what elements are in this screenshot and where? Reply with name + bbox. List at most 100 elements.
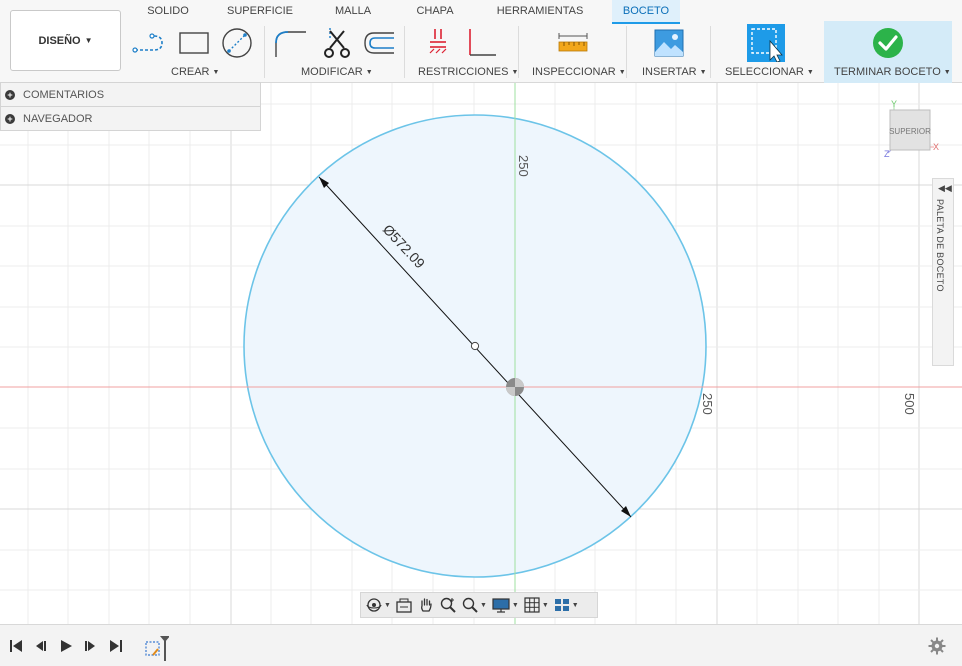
toolbar-divider: [710, 26, 711, 78]
sketch-feature-icon: [145, 636, 169, 661]
toolbar-divider: [626, 26, 627, 78]
fit-button[interactable]: ▼: [461, 596, 487, 614]
trim-icon: [324, 28, 350, 58]
tab-malla[interactable]: MALLA: [325, 0, 381, 24]
circle-icon: [222, 28, 252, 58]
viewcube-axis-z: Z: [884, 149, 890, 159]
viewports-button[interactable]: ▼: [553, 596, 579, 614]
perpendicular-tool[interactable]: [463, 26, 499, 60]
select-menu[interactable]: SELECCIONAR ▼: [725, 66, 814, 78]
step-back-button[interactable]: [32, 637, 50, 655]
tab-chapa[interactable]: CHAPA: [408, 0, 462, 24]
grid-icon: [524, 597, 540, 613]
chevron-down-icon: ▼: [479, 601, 487, 609]
ruler-label-x-500: 500: [902, 393, 917, 415]
display-settings-icon: [492, 598, 510, 613]
rectangle-icon: [179, 32, 209, 54]
circle-tool[interactable]: [219, 26, 255, 60]
grid-settings-button[interactable]: ▼: [523, 596, 549, 614]
zoom-icon: [440, 597, 456, 613]
step-back-icon: [36, 641, 46, 651]
chevron-down-icon: ▼: [365, 69, 373, 76]
fillet-icon: [275, 31, 306, 57]
double-chevron-left-icon[interactable]: ◀◀: [938, 183, 952, 194]
go-to-end-button[interactable]: [107, 637, 125, 655]
trim-tool[interactable]: [318, 26, 354, 60]
line-tool[interactable]: [132, 26, 168, 60]
navigation-bar: ▼ ▼ ▼ ▼ ▼: [360, 592, 598, 618]
toolbar-divider: [264, 26, 265, 78]
orbit-button[interactable]: ▼: [365, 596, 391, 614]
browser-panel[interactable]: + NAVEGADOR: [0, 106, 261, 131]
pan-icon: [420, 598, 432, 612]
finish-sketch-button[interactable]: TERMINAR BOCETO ▼: [824, 21, 952, 83]
look-at-button[interactable]: [395, 596, 413, 614]
viewcube-face-label[interactable]: SUPERIOR: [889, 127, 931, 136]
tab-herramientas[interactable]: HERRAMIENTAS: [490, 0, 590, 24]
modify-menu[interactable]: MODIFICAR ▼: [301, 66, 373, 78]
line-icon: [132, 33, 163, 53]
timeline: [0, 624, 962, 666]
orbit-icon: [366, 598, 382, 612]
toolbar: DISEÑO ▼ SOLIDO SUPERFICIE MALLA CHAPA H…: [0, 0, 962, 83]
workspace-switcher[interactable]: DISEÑO ▼: [10, 10, 121, 71]
sketch-palette[interactable]: ◀◀ PALETA DE BOCETO: [932, 178, 954, 366]
gear-icon: [928, 637, 946, 655]
chevron-down-icon: ▼: [806, 69, 814, 76]
fix-constraint-icon: [429, 29, 447, 54]
ruler-label-y-250: 250: [516, 155, 531, 177]
chevron-down-icon: ▼: [84, 36, 93, 45]
timeline-sketch-item[interactable]: [143, 635, 169, 661]
skip-end-icon: [110, 640, 122, 652]
step-forward-icon: [85, 641, 95, 651]
offset-tool[interactable]: [360, 26, 396, 60]
viewcube[interactable]: SUPERIOR Y X Z: [884, 99, 939, 159]
chevron-down-icon: ▼: [541, 601, 549, 609]
expand-icon[interactable]: +: [5, 113, 15, 124]
fit-icon: [462, 597, 478, 613]
chevron-down-icon: ▼: [699, 69, 707, 76]
viewcube-axis-y: Y: [891, 99, 897, 109]
go-to-start-button[interactable]: [7, 637, 25, 655]
comments-label: COMENTARIOS: [23, 88, 105, 101]
display-settings-button[interactable]: ▼: [491, 596, 519, 614]
chevron-down-icon: ▼: [384, 601, 391, 609]
select-tool[interactable]: [746, 23, 786, 63]
tab-superficie[interactable]: SUPERFICIE: [220, 0, 300, 24]
workspace-label: DISEÑO: [38, 34, 81, 47]
chevron-down-icon: ▼: [511, 601, 519, 609]
measure-icon: [558, 33, 588, 52]
constraints-menu[interactable]: RESTRICCIONES ▼: [418, 66, 518, 78]
perpendicular-icon: [469, 29, 496, 56]
finish-sketch-menu[interactable]: TERMINAR BOCETO ▼: [834, 66, 951, 78]
play-icon: [61, 640, 72, 652]
origin-point[interactable]: [506, 378, 524, 396]
tab-solido[interactable]: SOLIDO: [138, 0, 198, 24]
insert-image-icon: [654, 29, 684, 57]
timeline-settings-button[interactable]: [928, 637, 946, 655]
insert-image-tool[interactable]: [651, 26, 687, 60]
fix-constraint-tool[interactable]: [421, 26, 457, 60]
expand-icon[interactable]: +: [5, 89, 15, 100]
look-at-icon: [396, 598, 412, 613]
comments-panel[interactable]: + COMENTARIOS: [0, 82, 261, 107]
select-icon: [747, 24, 785, 62]
chevron-down-icon: ▼: [571, 601, 579, 609]
circle-center-point[interactable]: [470, 341, 480, 351]
create-menu[interactable]: CREAR ▼: [171, 66, 219, 78]
play-button[interactable]: [57, 637, 75, 655]
sketch-palette-label: PALETA DE BOCETO: [935, 199, 945, 292]
skip-start-icon: [10, 640, 22, 652]
rectangle-tool[interactable]: [176, 26, 212, 60]
toolbar-divider: [518, 26, 519, 78]
insert-menu[interactable]: INSERTAR ▼: [642, 66, 707, 78]
toolbar-divider: [404, 26, 405, 78]
sketch-canvas[interactable]: Ø572.09 250 250 500 SUPERIOR Y X Z: [0, 83, 962, 624]
fillet-tool[interactable]: [272, 26, 308, 60]
inspect-menu[interactable]: INSPECCIONAR ▼: [532, 66, 626, 78]
zoom-button[interactable]: [439, 596, 457, 614]
step-forward-button[interactable]: [81, 637, 99, 655]
measure-tool[interactable]: [555, 26, 591, 60]
pan-button[interactable]: [417, 596, 435, 614]
tab-boceto[interactable]: BOCETO: [612, 0, 680, 24]
